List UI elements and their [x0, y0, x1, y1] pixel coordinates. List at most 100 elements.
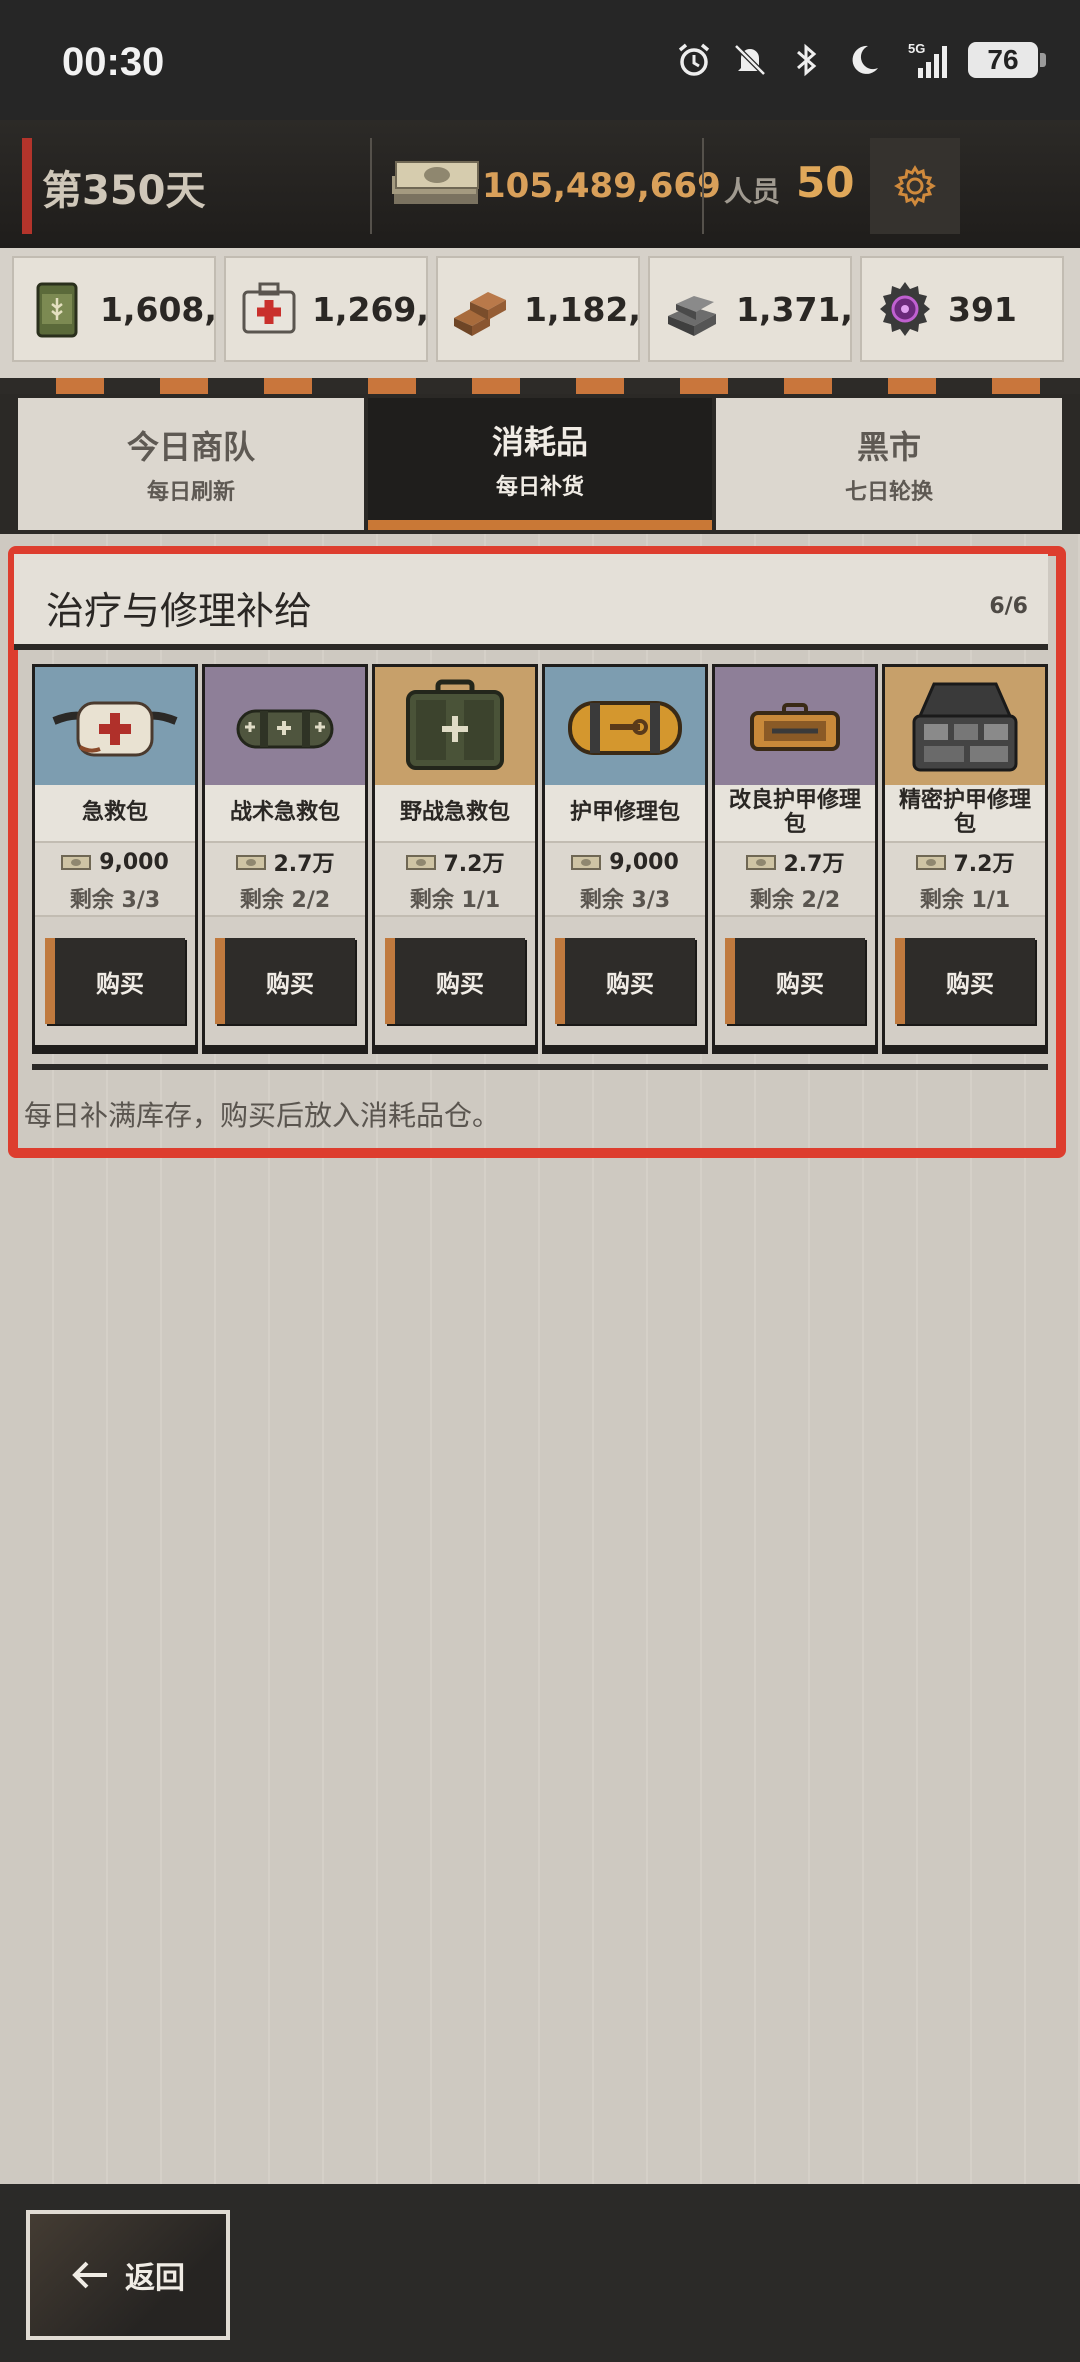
buy-button[interactable]: 购买: [215, 938, 355, 1024]
money-icon: [745, 855, 776, 870]
price-value: 2.7万: [783, 852, 845, 877]
day-accent-bar: [22, 138, 32, 234]
money-amount: 105,489,669: [482, 166, 721, 206]
section-header: 治疗与修理补给 6/6: [14, 554, 1048, 650]
arrow-left-icon: [72, 2261, 107, 2289]
restock-note: 每日补满库存，购买后放入消耗品仓。: [24, 1099, 501, 1132]
money-icon: [235, 855, 266, 870]
item-image: [205, 667, 365, 785]
armor-repair-roll-icon: [568, 701, 682, 755]
tab-title: 黑市: [856, 428, 921, 466]
item-stock: 剩余 2/2: [715, 881, 875, 917]
resource-value: 1,182,...: [524, 289, 638, 329]
settings-button[interactable]: [870, 138, 960, 234]
buy-button-area: 购买: [35, 917, 195, 1045]
mute-bell-icon: [730, 40, 770, 80]
item-name: 护甲修理包: [545, 785, 705, 843]
resource-value: 1,269,...: [312, 289, 426, 329]
hazard-stripe: [0, 378, 1080, 394]
money-icon: [915, 855, 946, 870]
tab-subtitle: 每日补货: [495, 475, 584, 500]
item-card: 护甲修理包 9,000 剩余 3/3 购买: [542, 664, 708, 1054]
item-price: 2.7万: [715, 843, 875, 881]
item-card: 野战急救包 7.2万 剩余 1/1 购买: [372, 664, 538, 1054]
resource-steel: 1,371,...: [648, 256, 852, 362]
tab-consumables[interactable]: 消耗品 每日补货: [368, 398, 712, 530]
staff-label: 人员: [724, 175, 781, 208]
item-card: 战术急救包 2.7万 剩余 2/2 购买: [202, 664, 368, 1054]
gear-chip-icon: [880, 282, 930, 336]
item-price: 9,000: [545, 843, 705, 881]
buy-button-area: 购买: [885, 917, 1045, 1045]
price-value: 9,000: [609, 849, 679, 875]
item-stock: 剩余 3/3: [545, 881, 705, 917]
resource-parts: 391: [860, 256, 1064, 362]
buy-button-area: 购买: [205, 917, 365, 1045]
tab-title: 消耗品: [491, 423, 588, 461]
precision-repair-case-icon: [912, 682, 1018, 772]
resource-food: 1,608,...: [12, 256, 216, 362]
item-name: 野战急救包: [375, 785, 535, 843]
item-price: 2.7万: [205, 843, 365, 881]
shop-content: 治疗与修理补给 6/6 急救包 9,000 剩余 3/3 购买 战术急救包 2.…: [0, 534, 1080, 2184]
improved-repair-kit-icon: [750, 703, 840, 751]
item-name: 改良护甲修理包: [715, 785, 875, 843]
item-price: 7.2万: [885, 843, 1045, 881]
price-value: 7.2万: [953, 852, 1015, 877]
signal-5g-icon: 5G: [898, 40, 952, 80]
back-label: 返回: [125, 2261, 185, 2296]
steel-ingot-icon: [668, 296, 716, 336]
buy-button-area: 购买: [375, 917, 535, 1045]
header-divider: [370, 138, 372, 234]
resource-value: 1,371,...: [736, 289, 850, 329]
status-icons: 5G 76: [674, 40, 1046, 80]
money-icon: [571, 855, 602, 870]
money-icon: [61, 855, 92, 870]
buy-button[interactable]: 购买: [555, 938, 695, 1024]
tab-black-market[interactable]: 黑市 七日轮换: [716, 398, 1062, 530]
item-card: 急救包 9,000 剩余 3/3 购买: [32, 664, 198, 1054]
battery-indicator: 76: [968, 42, 1046, 78]
tab-subtitle: 七日轮换: [844, 480, 933, 505]
day-counter: 第350天: [42, 168, 206, 214]
resource-value: 1,608,...: [100, 289, 214, 329]
money-icon: [405, 855, 436, 870]
buy-button[interactable]: 购买: [895, 938, 1035, 1024]
buy-button-area: 购买: [715, 917, 875, 1045]
resource-bar: 1,608,... 1,269,... 1,182,... 1,371,... …: [0, 248, 1080, 378]
medkit-icon: [242, 282, 296, 334]
item-stock: 剩余 1/1: [375, 881, 535, 917]
back-button[interactable]: 返回: [26, 2210, 230, 2340]
list-divider: [32, 1064, 1048, 1070]
price-value: 2.7万: [273, 852, 335, 877]
svg-text:5G: 5G: [908, 41, 925, 56]
item-name: 急救包: [35, 785, 195, 843]
buy-button[interactable]: 购买: [45, 938, 185, 1024]
first-aid-pouch-icon: [52, 701, 178, 757]
item-image: [375, 667, 535, 785]
buy-button[interactable]: 购买: [385, 938, 525, 1024]
alarm-icon: [674, 40, 714, 80]
buy-button[interactable]: 购买: [725, 938, 865, 1024]
resource-materials: 1,182,...: [436, 256, 640, 362]
header-divider: [702, 138, 704, 234]
item-price: 7.2万: [375, 843, 535, 881]
tab-caravan[interactable]: 今日商队 每日刷新: [18, 398, 364, 530]
tab-title: 今日商队: [126, 428, 255, 466]
buy-button-area: 购买: [545, 917, 705, 1045]
moon-icon: [842, 40, 882, 80]
price-value: 7.2万: [443, 852, 505, 877]
item-image: [35, 667, 195, 785]
status-bar: 00:30 5G 76: [0, 0, 1080, 120]
item-stock: 剩余 1/1: [885, 881, 1045, 917]
bricks-icon: [454, 292, 506, 336]
game-header: 第350天 105,489,669 人员 50: [0, 120, 1080, 248]
shop-tabs: 今日商队 每日刷新 消耗品 每日补货 黑市 七日轮换: [0, 394, 1080, 534]
item-list: 急救包 9,000 剩余 3/3 购买 战术急救包 2.7万 剩余 2/2 购买…: [32, 664, 1048, 1054]
staff-count: 50: [796, 158, 855, 207]
item-stock: 剩余 2/2: [205, 881, 365, 917]
item-image: [545, 667, 705, 785]
tab-subtitle: 每日刷新: [146, 480, 235, 505]
gear-icon: [894, 165, 936, 207]
money-stack-icon: [392, 161, 479, 204]
